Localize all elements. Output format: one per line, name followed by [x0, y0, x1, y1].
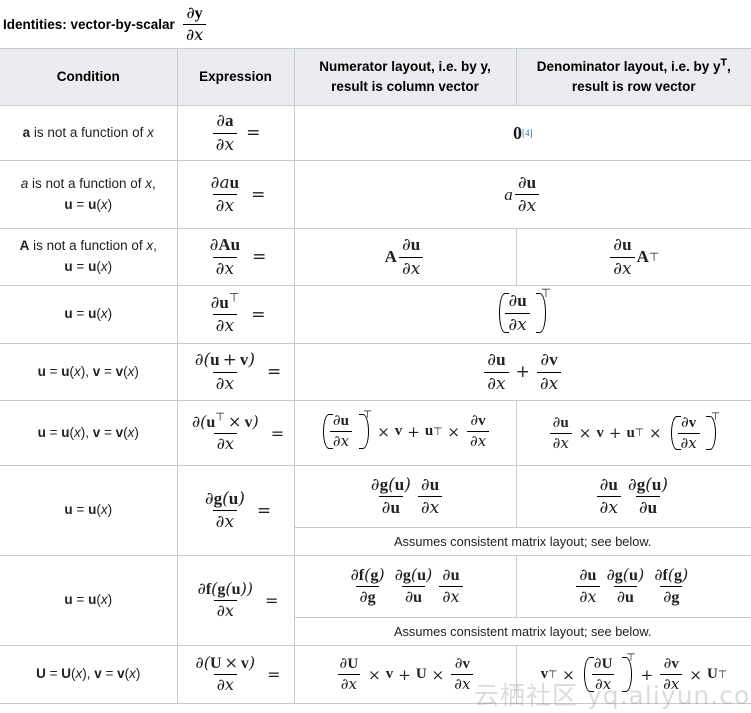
table-row: a is not a function of x ∂a ∂x = 0 [4] [0, 105, 751, 161]
cell-expression: ∂g(u) ∂x = [176, 465, 294, 556]
cell-denominator-result: ∂u ∂x A ⊤ [515, 228, 751, 286]
table-row: A is not a function of x, u = u(x) ∂Au ∂x… [0, 228, 751, 286]
result-formula: ∂u ∂x + ∂v ∂x [482, 350, 563, 393]
cell-expression: ∂u⊤ ∂x = [176, 285, 294, 344]
table-row: u = u(x) ∂f(g(u)) ∂x = ∂f(g) ∂g ∂g(u) ∂u ∂u ∂x … [0, 555, 751, 646]
expression-formula: ∂(u⊤ × v) ∂x = [191, 410, 285, 453]
header-denominator-line2: result is row vector [571, 79, 696, 94]
condition-line2: u [64, 196, 73, 212]
caption-text: Identities: vector-by-scalar [3, 16, 175, 32]
denominator-formula: ∂u ∂x A ⊤ [608, 235, 659, 278]
condition-text: is not a function of [30, 124, 148, 140]
cell-denominator-result: ∂u ∂x × v + u ⊤ × ∂v ∂x ⊤ [515, 400, 751, 466]
cell-denominator-result: ∂u ∂x ∂g(u) ∂u [515, 465, 751, 528]
cell-result-merged: ∂u ∂x ⊤ [293, 285, 751, 344]
condition-line2: u [64, 259, 73, 274]
cell-numerator-result: ∂u ∂x ⊤ × v + u ⊤ × ∂v ∂x [293, 400, 516, 466]
cell-expression: ∂f(g(u)) ∂x = [176, 555, 294, 646]
note-assumes-layout: Assumes consistent matrix layout; see be… [293, 617, 751, 646]
cell-denominator-result: v ⊤ × ∂U ∂x ⊤ + ∂v ∂x × U ⊤ [515, 645, 751, 704]
table-row: u = u(x) ∂u⊤ ∂x = ∂u ∂x ⊤ [0, 285, 751, 344]
cell-numerator-result: ∂f(g) ∂g ∂g(u) ∂u ∂u ∂x [293, 555, 516, 618]
cell-result-merged: 0 [4] [293, 105, 751, 161]
header-denominator-comma: , [726, 59, 731, 75]
header-condition: Condition [0, 48, 177, 106]
cell-condition: u = u(x) [0, 555, 177, 646]
cell-condition: A is not a function of x, u = u(x) [0, 228, 177, 286]
table-caption: Identities: vector-by-scalar ∂y ∂x [0, 0, 751, 48]
note-assumes-layout: Assumes consistent matrix layout; see be… [293, 527, 751, 556]
cell-numerator-result: ∂U ∂x × v + U × ∂v ∂x [293, 645, 516, 704]
header-denominator-layout: Denominator layout, i.e. by yT, result i… [515, 48, 751, 106]
cell-expression: ∂(u + v) ∂x = [176, 343, 294, 401]
result-formula: ∂u ∂x ⊤ [494, 288, 551, 334]
identities-page: Identities: vector-by-scalar ∂y ∂x Condi… [0, 0, 751, 713]
header-row: Condition Expression Numerator layout, i… [0, 48, 751, 106]
table-header: Condition Expression Numerator layout, i… [0, 48, 751, 106]
cell-expression: ∂(u⊤ × v) ∂x = [176, 400, 294, 466]
denominator-formula: ∂u ∂x ∂g(u) ∂u [595, 475, 673, 518]
condition-symbol: a [22, 124, 31, 140]
header-denominator-line1: Denominator layout, i.e. by y [536, 59, 721, 75]
cell-result-merged: ∂u ∂x + ∂v ∂x [293, 343, 751, 401]
expression-formula: ∂(U × v) ∂x = [195, 653, 281, 694]
table-row: u = u(x), v = v(x) ∂(u + v) ∂x = ∂u ∂x + ∂v ∂x [0, 343, 751, 401]
cell-condition: u = u(x) [0, 465, 177, 556]
numerator-formula: ∂f(g) ∂g ∂g(u) ∂u ∂u ∂x [345, 566, 464, 607]
numerator-formula: ∂g(u) ∂u ∂u ∂x [366, 475, 444, 518]
expression-formula: ∂u⊤ ∂x = [210, 290, 266, 336]
cell-expression: ∂(U × v) ∂x = [176, 645, 294, 704]
table-row: U = U(x), v = v(x) ∂(U × v) ∂x = ∂U ∂x × v + U × ∂v… [0, 645, 751, 704]
cell-expression: ∂a ∂x = [176, 105, 294, 161]
result-formula: 0 [4] [513, 122, 533, 143]
numerator-formula: ∂u ∂x ⊤ × v + u ⊤ × ∂v ∂x [319, 410, 491, 451]
denominator-formula: v ⊤ × ∂U ∂x ⊤ + ∂v ∂x × U ⊤ [540, 652, 727, 693]
cell-condition: u = u(x), v = v(x) [0, 400, 177, 466]
caption-formula: ∂y ∂x [181, 2, 208, 45]
cell-denominator-result: ∂u ∂x ∂g(u) ∂u ∂f(g) ∂g [515, 555, 751, 618]
cell-expression: ∂Au ∂x = [176, 228, 294, 286]
table-body: a is not a function of x ∂a ∂x = 0 [4] a is… [0, 105, 751, 704]
cell-condition: u = u(x), v = v(x) [0, 343, 177, 401]
identities-table: Condition Expression Numerator layout, i… [0, 48, 751, 704]
caption-fraction: ∂y ∂x [182, 2, 207, 45]
cell-condition: U = U(x), v = v(x) [0, 645, 177, 704]
expression-formula: ∂Au ∂x = [209, 235, 267, 279]
expression-formula: ∂f(g(u)) ∂x = [197, 579, 279, 620]
numerator-formula: ∂U ∂x × v + U × ∂v ∂x [335, 655, 476, 694]
header-numerator-layout: Numerator layout, i.e. by y, result is c… [293, 48, 516, 106]
condition-variable: x [147, 124, 154, 140]
cell-result-merged: a ∂u ∂x [293, 160, 751, 229]
expression-formula: ∂(u + v) ∂x = [194, 350, 282, 394]
condition-symbol: A [19, 238, 30, 254]
cell-numerator-result: ∂g(u) ∂u ∂u ∂x [293, 465, 516, 528]
header-expression: Expression [176, 48, 294, 106]
caption-fraction-denominator: ∂x [182, 23, 207, 45]
condition-text: is not a function of [29, 238, 147, 254]
expression-formula: ∂au ∂x = [210, 172, 266, 216]
condition-symbol: u [64, 306, 73, 322]
expression-formula: ∂a ∂x = [211, 111, 260, 154]
cell-condition: a is not a function of x, u = u(x) [0, 160, 177, 229]
cell-condition: u = u(x) [0, 285, 177, 344]
result-formula: a ∂u ∂x [504, 173, 541, 216]
caption-fraction-numerator: ∂y [186, 2, 203, 22]
condition-text: is not a function of [28, 175, 146, 191]
denominator-formula: ∂u ∂x × v + u ⊤ × ∂v ∂x ⊤ [548, 411, 720, 453]
expression-formula: ∂g(u) ∂x = [204, 488, 272, 532]
denominator-formula: ∂u ∂x ∂g(u) ∂u ∂f(g) ∂g [574, 566, 693, 607]
cell-expression: ∂au ∂x = [176, 160, 294, 229]
cell-numerator-result: A ∂u ∂x [293, 228, 516, 286]
header-numerator-line2: result is column vector [331, 79, 479, 94]
cell-condition: a is not a function of x [0, 105, 177, 161]
header-numerator-line1: Numerator layout, i.e. by y, [319, 59, 491, 75]
numerator-formula: A ∂u ∂x [385, 235, 426, 278]
table-row: u = u(x), v = v(x) ∂(u⊤ × v) ∂x = ∂u ∂x ⊤ × v + u ⊤… [0, 400, 751, 466]
table-row: a is not a function of x, u = u(x) ∂au ∂x… [0, 160, 751, 229]
table-row: u = u(x) ∂g(u) ∂x = ∂g(u) ∂u ∂u ∂x ∂u ∂x ∂g(u) ∂… [0, 465, 751, 556]
